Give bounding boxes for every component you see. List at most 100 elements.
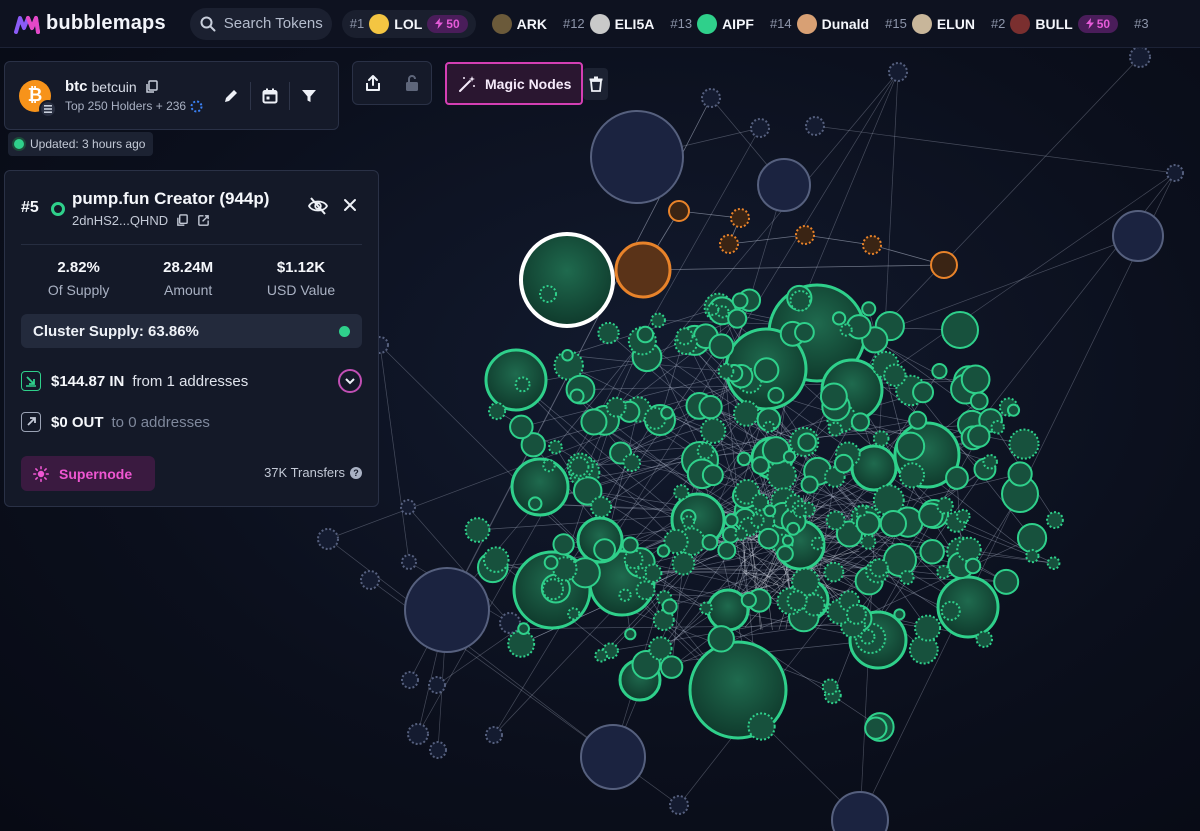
wallet-bubble[interactable] bbox=[767, 386, 785, 404]
wallet-bubble[interactable] bbox=[879, 509, 907, 538]
wallet-bubble[interactable] bbox=[706, 303, 720, 316]
wallet-bubble[interactable] bbox=[517, 622, 530, 635]
wallet-bubble[interactable] bbox=[941, 311, 979, 349]
wallet-bubble[interactable] bbox=[930, 251, 958, 279]
wallet-bubble[interactable] bbox=[621, 536, 639, 554]
wallet-bubble[interactable] bbox=[661, 598, 678, 615]
wallet-bubble[interactable] bbox=[805, 116, 825, 136]
search-tokens-input[interactable]: Search Tokens bbox=[189, 7, 332, 40]
wallet-bubble[interactable] bbox=[757, 158, 811, 212]
wallet-bubble[interactable] bbox=[862, 235, 882, 255]
wallet-bubble[interactable] bbox=[404, 567, 490, 653]
wallet-bubble[interactable] bbox=[731, 292, 749, 310]
wallet-bubble[interactable] bbox=[975, 630, 994, 648]
supernode-button[interactable]: Supernode bbox=[21, 456, 155, 491]
wallet-bubble[interactable] bbox=[831, 311, 847, 326]
wallet-bubble[interactable] bbox=[960, 364, 991, 395]
wallet-bubble[interactable] bbox=[542, 458, 556, 473]
wallet-bubble[interactable] bbox=[1025, 548, 1040, 564]
wallet-bubble[interactable] bbox=[982, 454, 998, 470]
time-travel-button[interactable] bbox=[251, 77, 289, 115]
wallet-bubble[interactable] bbox=[580, 408, 608, 436]
wallet-bubble[interactable] bbox=[698, 395, 723, 420]
wallet-bubble[interactable] bbox=[636, 325, 655, 344]
wallet-bubble[interactable] bbox=[717, 540, 737, 560]
wallet-bubble[interactable] bbox=[634, 566, 648, 580]
wallet-bubble[interactable] bbox=[527, 496, 543, 511]
wallet-bubble[interactable] bbox=[940, 600, 961, 621]
wallet-bubble[interactable] bbox=[833, 453, 854, 474]
wallet-bubble[interactable] bbox=[1129, 46, 1151, 68]
wallet-bubble[interactable] bbox=[1008, 428, 1040, 460]
ticker-item[interactable]: #15 ELUN bbox=[885, 13, 975, 34]
wallet-bubble[interactable] bbox=[624, 628, 637, 641]
wallet-bubble[interactable] bbox=[795, 225, 815, 245]
wallet-bubble[interactable] bbox=[993, 568, 1020, 595]
wallet-bubble[interactable] bbox=[860, 533, 877, 550]
wallet-bubble[interactable] bbox=[797, 432, 817, 452]
wallet-bubble[interactable] bbox=[864, 716, 888, 740]
wallet-bubble[interactable] bbox=[782, 450, 797, 464]
wallet-bubble[interactable] bbox=[668, 200, 690, 222]
filter-button[interactable] bbox=[290, 77, 328, 115]
wallet-bubble[interactable] bbox=[776, 545, 794, 563]
ticker-item[interactable]: #13 AIPF bbox=[670, 13, 754, 34]
app-logo[interactable]: bubblemaps bbox=[14, 12, 166, 35]
wallet-bubble[interactable] bbox=[569, 456, 590, 477]
wallet-bubble[interactable] bbox=[846, 314, 872, 340]
wallet-bubble[interactable] bbox=[751, 456, 770, 475]
wallet-bubble[interactable] bbox=[964, 557, 982, 575]
wallet-bubble[interactable] bbox=[509, 414, 534, 440]
wallet-bubble[interactable] bbox=[488, 402, 507, 421]
wallet-bubble[interactable] bbox=[895, 431, 926, 461]
wallet-bubble[interactable] bbox=[750, 118, 770, 138]
wallet-bubble[interactable] bbox=[762, 420, 775, 434]
copy-icon[interactable] bbox=[145, 79, 159, 94]
wallet-bubble[interactable] bbox=[482, 546, 510, 573]
wallet-bubble[interactable] bbox=[669, 795, 689, 815]
wallet-bubble[interactable] bbox=[908, 410, 928, 430]
wallet-bubble[interactable] bbox=[990, 420, 1005, 435]
lock-icon[interactable] bbox=[403, 74, 421, 92]
wallet-bubble[interactable] bbox=[793, 504, 807, 519]
close-icon[interactable] bbox=[342, 197, 358, 213]
wallet-bubble[interactable] bbox=[700, 417, 727, 444]
wallet-bubble[interactable] bbox=[499, 612, 521, 634]
wallet-bubble[interactable] bbox=[561, 349, 574, 362]
wallet-bubble[interactable] bbox=[514, 376, 531, 393]
wallet-bubble[interactable] bbox=[888, 62, 908, 82]
wallet-bubble[interactable] bbox=[701, 88, 721, 108]
wallet-bubble[interactable] bbox=[747, 712, 776, 741]
wallet-bubble[interactable] bbox=[708, 333, 735, 359]
wallet-bubble[interactable] bbox=[786, 521, 801, 536]
wallet-bubble[interactable] bbox=[567, 607, 581, 621]
wallet-bubble[interactable] bbox=[730, 208, 750, 228]
wallet-bubble[interactable] bbox=[659, 655, 684, 679]
wallet-bubble[interactable] bbox=[898, 462, 926, 489]
selected-wallet-bubble[interactable] bbox=[519, 232, 615, 328]
ticker-item[interactable]: #2 BULL 50 bbox=[991, 13, 1119, 34]
wallet-bubble[interactable] bbox=[861, 301, 877, 317]
wallet-bubble[interactable] bbox=[727, 308, 748, 329]
wallet-bubble[interactable] bbox=[569, 388, 585, 404]
expand-inflow-button[interactable] bbox=[338, 369, 362, 393]
ticker-item[interactable]: ARK bbox=[491, 13, 547, 34]
wallet-bubble[interactable] bbox=[766, 460, 797, 491]
wallet-bubble[interactable] bbox=[732, 400, 760, 427]
wallet-bubble[interactable] bbox=[1006, 403, 1021, 417]
wallet-bubble[interactable] bbox=[1046, 556, 1061, 570]
wallet-bubble[interactable] bbox=[914, 614, 942, 642]
wallet-bubble[interactable] bbox=[696, 442, 715, 460]
wallet-bubble[interactable] bbox=[464, 517, 491, 543]
wallet-bubble[interactable] bbox=[969, 391, 989, 411]
wallet-bubble[interactable] bbox=[855, 504, 868, 517]
wallet-bubble[interactable] bbox=[671, 551, 696, 576]
wallet-bubble[interactable] bbox=[872, 430, 890, 447]
wallet-bubble[interactable] bbox=[827, 421, 843, 437]
wallet-bubble[interactable] bbox=[590, 110, 684, 204]
wallet-bubble[interactable] bbox=[936, 564, 951, 580]
wallet-bubble[interactable] bbox=[810, 536, 825, 551]
wallet-bubble[interactable] bbox=[507, 629, 536, 658]
wallet-bubble[interactable] bbox=[401, 554, 417, 570]
wallet-bubble[interactable] bbox=[912, 381, 935, 404]
